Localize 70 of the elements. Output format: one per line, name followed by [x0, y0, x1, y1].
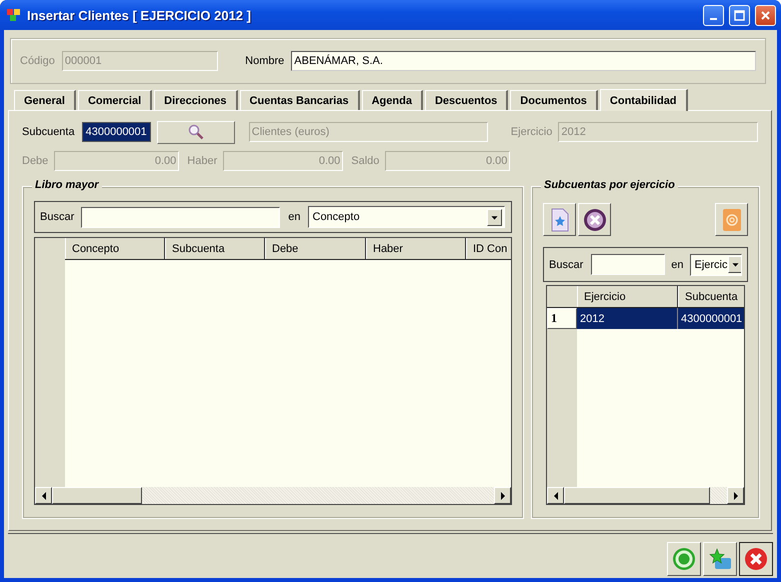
column-header[interactable]: Debe — [265, 238, 366, 259]
scroll-left-button[interactable] — [547, 487, 564, 504]
tab[interactable]: Documentos — [510, 90, 598, 110]
column-header[interactable]: Subcuenta — [678, 286, 744, 307]
field-label: Buscar — [549, 258, 584, 270]
field-label: Buscar — [40, 211, 74, 223]
name-field[interactable]: ABENÁMAR, S.A. — [291, 51, 756, 71]
field-label: Ejercicio — [510, 126, 552, 138]
tab[interactable]: Contabilidad — [600, 89, 688, 111]
group-title: Subcuentas por ejercicio — [541, 179, 678, 191]
column-header[interactable]: Haber — [366, 238, 466, 259]
table-cell: 4300000001 — [678, 308, 744, 329]
new-document-button[interactable] — [543, 203, 576, 236]
field-dropdown[interactable]: Ejercic — [690, 254, 742, 276]
column-header[interactable]: Concepto — [65, 238, 165, 259]
close-icon — [744, 547, 768, 571]
row-number: 1 — [547, 308, 577, 329]
maximize-icon — [734, 10, 745, 20]
new-button[interactable] — [703, 542, 737, 576]
field-label: Código — [20, 55, 55, 67]
field-label: Haber — [187, 155, 218, 167]
scroll-right-button[interactable] — [494, 487, 511, 504]
tab[interactable]: Comercial — [78, 90, 152, 110]
document-star-icon — [550, 208, 570, 232]
left-arrow-icon — [552, 492, 558, 500]
scroll-right-button[interactable] — [727, 487, 744, 504]
email-button[interactable] — [715, 203, 748, 236]
tab[interactable]: General — [14, 90, 76, 110]
tab[interactable]: Direcciones — [154, 90, 238, 110]
table-cell: 2012 — [577, 308, 678, 329]
field-label: en — [288, 211, 300, 223]
close-button[interactable] — [739, 542, 773, 576]
circle-x-icon — [582, 208, 606, 232]
field-label: Subcuenta — [22, 126, 75, 138]
minimize-button[interactable] — [703, 4, 724, 26]
horizontal-scrollbar[interactable] — [547, 487, 744, 504]
search-field[interactable] — [81, 206, 280, 228]
minimize-icon — [710, 18, 717, 20]
field-dropdown[interactable]: Concepto — [308, 206, 504, 228]
tab[interactable]: Cuentas Bancarias — [240, 90, 360, 110]
scroll-left-button[interactable] — [35, 487, 52, 504]
search-field[interactable] — [591, 254, 666, 275]
left-arrow-icon — [40, 492, 46, 500]
horizontal-scrollbar[interactable] — [35, 487, 511, 504]
scrollbar-thumb[interactable] — [564, 487, 710, 504]
account-field[interactable]: 4300000001 — [82, 122, 151, 142]
column-header[interactable]: ID Con — [466, 238, 511, 259]
field-label: en — [671, 258, 684, 270]
star-folder-icon — [707, 547, 733, 571]
tab[interactable]: Descuentos — [424, 90, 508, 110]
maximize-button[interactable] — [729, 4, 750, 26]
table-row[interactable]: 2012 4300000001 — [577, 308, 744, 329]
tab[interactable]: Agenda — [362, 90, 423, 110]
search-icon — [188, 124, 204, 140]
scrollbar-thumb[interactable] — [52, 487, 142, 504]
group-title: Libro mayor — [32, 179, 102, 191]
column-header[interactable]: Subcuenta — [165, 238, 265, 259]
delete-button[interactable] — [578, 203, 611, 236]
right-arrow-icon — [500, 492, 506, 500]
field-label: Debe — [22, 155, 48, 167]
field-label: Saldo — [351, 155, 380, 167]
cubes-icon — [6, 8, 22, 22]
field-label: Nombre — [245, 55, 284, 67]
refresh-button[interactable] — [667, 542, 701, 576]
right-arrow-icon — [732, 492, 738, 500]
close-icon — [760, 10, 771, 20]
column-header[interactable]: Ejercicio — [577, 286, 678, 307]
window-title: Insertar Clientes [ EJERCICIO 2012 ] — [27, 8, 252, 22]
ring-icon — [672, 547, 696, 571]
search-button[interactable] — [156, 120, 235, 144]
